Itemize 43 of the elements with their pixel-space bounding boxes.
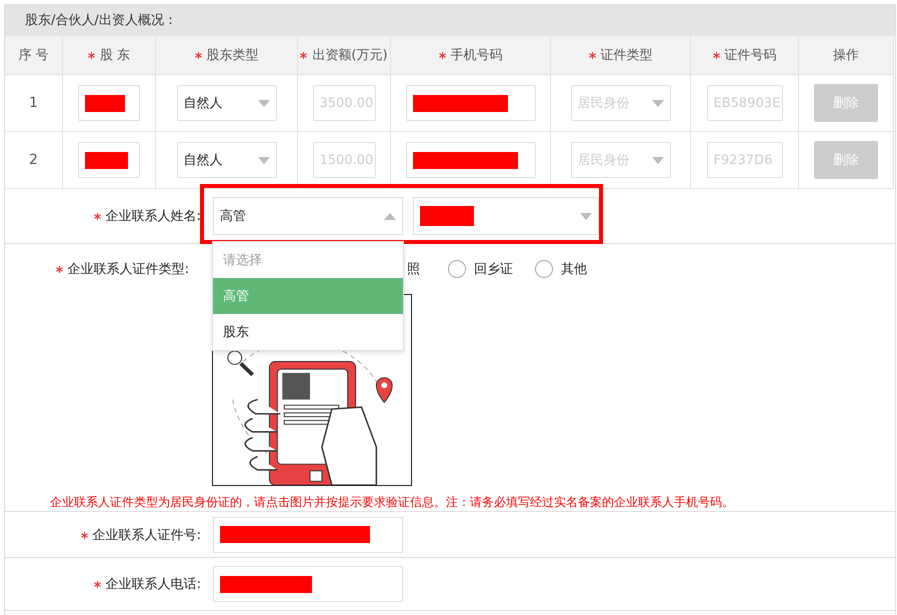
caret-icon: [580, 212, 592, 220]
caret-icon: [258, 100, 270, 106]
phone-field[interactable]: [213, 566, 403, 602]
dropdown-option[interactable]: 高管: [213, 278, 403, 314]
radio-circle[interactable]: [535, 260, 553, 278]
row-number: 1: [29, 95, 38, 111]
field-label: 企业联系人电话:: [106, 577, 201, 592]
column-title: 出资额(万元): [312, 47, 388, 64]
phone-field[interactable]: [406, 142, 536, 178]
dropdown-option[interactable]: 股东: [213, 314, 403, 350]
column-title: 股 东: [100, 47, 130, 64]
column-title: 证件类型: [600, 47, 652, 64]
radio-label: 照: [407, 260, 420, 278]
caret-icon: [652, 100, 664, 106]
column-title: 证件号码: [724, 47, 776, 64]
caret-icon: [652, 156, 664, 164]
phone-field[interactable]: [406, 85, 536, 121]
shareholder-field[interactable]: [78, 85, 140, 121]
column-title: 手机号码: [450, 47, 502, 64]
caret-icon: [384, 212, 396, 220]
redaction-mark: [85, 152, 128, 168]
column-title: 序 号: [18, 47, 49, 64]
role-select[interactable]: 高管: [213, 197, 403, 235]
radio-option[interactable]: 回乡证: [448, 260, 513, 278]
radio-circle[interactable]: [448, 260, 466, 278]
id-number-field[interactable]: [213, 516, 403, 552]
column-title: 操作: [833, 47, 859, 64]
field-label: 企业联系人证件号:: [92, 528, 201, 542]
row-number: 2: [29, 152, 38, 168]
type-select[interactable]: 自然人: [176, 85, 276, 121]
field-label: 企业联系人姓名:: [106, 209, 201, 224]
redaction-mark: [420, 206, 474, 226]
radio-option[interactable]: 其他: [535, 260, 587, 278]
section-title: 股东/合伙人/出资人概况：: [24, 12, 177, 29]
type-select[interactable]: 自然人: [176, 142, 276, 178]
shareholder-field[interactable]: [78, 142, 140, 178]
field-label: 企业联系人证件类型:: [68, 262, 189, 277]
name-select[interactable]: [413, 197, 599, 235]
notice-text: 企业联系人证件类型为居民身份证的，请点击图片并按提示要求验证信息。注：请务必填写经过实名备案的企业联系人手机号码。: [50, 494, 734, 511]
caret-icon: [258, 156, 270, 164]
dropdown-option[interactable]: 请选择: [213, 242, 403, 278]
column-title: 股东类型: [206, 47, 258, 64]
redaction-mark: [85, 94, 125, 112]
